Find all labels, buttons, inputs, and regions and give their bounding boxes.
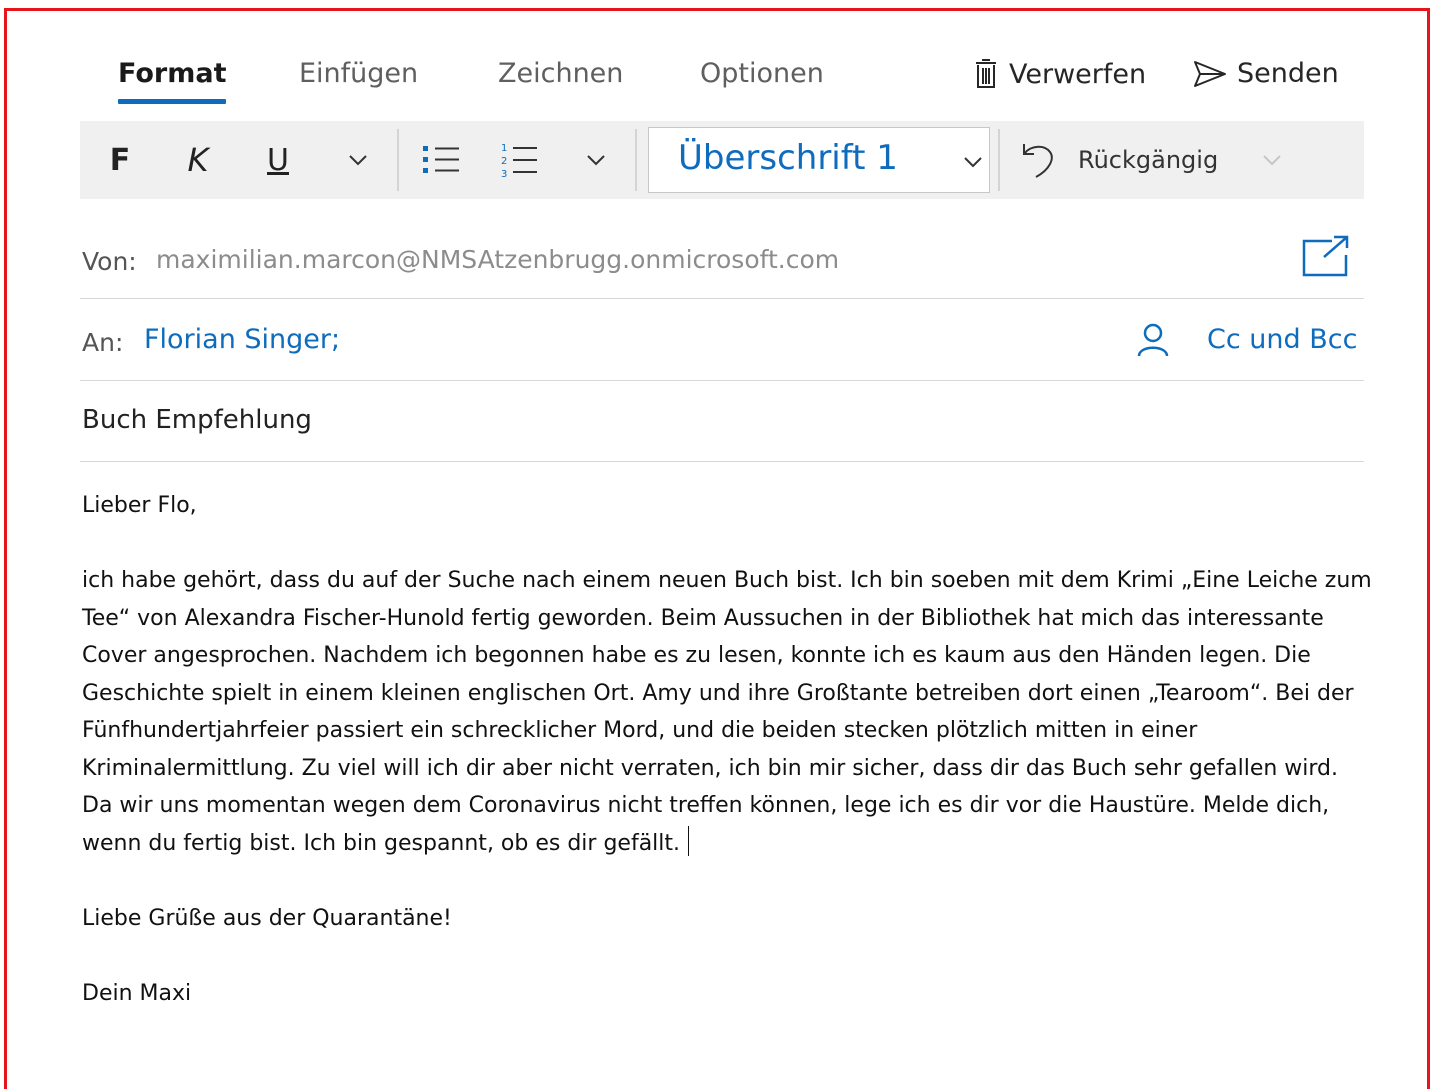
body-paragraph-text: ich habe gehört, dass du auf der Suche n… [82,568,1372,856]
undo-button[interactable]: Rückgängig [1020,121,1230,199]
from-address[interactable]: maximilian.marcon@NMSAtzenbrugg.onmicros… [156,245,839,274]
chevron-down-icon [1263,155,1281,166]
numbered-list-icon: 1 2 3 [501,143,537,180]
toolbar-divider [998,129,1000,191]
contact-picker-icon[interactable] [1136,323,1170,357]
chevron-down-icon [964,157,982,168]
font-options-dropdown[interactable] [342,121,374,199]
numbered-list-button[interactable]: 1 2 3 [494,121,544,199]
body-closing: Liebe Grüße aus der Quarantäne! [82,905,452,931]
bold-glyph: F [109,142,131,178]
discard-label: Verwerfen [1009,58,1147,90]
body-greeting: Lieber Flo, [82,493,197,518]
toolbar-divider [397,129,399,191]
body-paragraph: ich habe gehört, dass du auf der Suche n… [82,562,1372,862]
undo-icon [1023,144,1053,178]
tab-draw[interactable]: Zeichnen [498,58,623,89]
undo-label: Rückgängig [1078,146,1219,174]
from-label: Von: [82,247,137,276]
subject-row: Buch Empfehlung [80,381,1364,462]
to-label: An: [82,328,124,357]
underline-glyph: U [267,142,289,178]
bullet-list-button[interactable] [416,121,466,199]
paragraph-style-select[interactable]: Überschrift 1 [648,127,990,193]
bullet-list-icon [423,146,459,173]
cc-bcc-button[interactable]: Cc und Bcc [1207,324,1357,355]
discard-button[interactable]: Verwerfen [973,58,1146,90]
active-tab-indicator [118,99,227,104]
redo-dropdown[interactable] [1256,121,1288,199]
recipient-chip[interactable]: Florian Singer; [144,324,340,355]
chevron-down-icon [587,155,605,166]
svg-text:1: 1 [501,143,507,154]
tab-format-label: Format [118,58,227,89]
send-label: Senden [1237,58,1339,89]
bold-button[interactable]: F [100,121,140,199]
send-icon [1194,60,1226,87]
from-row: Von: maximilian.marcon@NMSAtzenbrugg.onm… [80,222,1364,299]
tab-options[interactable]: Optionen [700,58,824,89]
ribbon-tabs: Format Einfügen Zeichnen Optionen Verwer… [118,58,1440,108]
send-button[interactable]: Senden [1193,58,1339,89]
tab-format[interactable]: Format [118,58,227,104]
list-options-dropdown[interactable] [580,121,612,199]
tab-draw-label: Zeichnen [498,58,624,89]
tab-insert-label: Einfügen [299,58,419,89]
paragraph-style-value: Überschrift 1 [678,138,898,178]
trash-icon [976,59,996,88]
italic-glyph: K [187,141,209,179]
svg-text:2: 2 [501,156,507,167]
italic-button[interactable]: K [178,121,218,199]
message-body[interactable]: Lieber Flo, ich habe gehört, dass du auf… [82,487,1372,1012]
to-row: An: Florian Singer; Cc und Bcc [80,299,1364,381]
body-signature: Dein Maxi [82,980,192,1006]
tab-options-label: Optionen [700,58,824,89]
tab-insert[interactable]: Einfügen [299,58,418,89]
chevron-down-icon [349,155,367,166]
toolbar-divider [635,129,637,191]
pop-out-icon[interactable] [1302,235,1350,277]
text-cursor [688,825,690,856]
subject-field[interactable]: Buch Empfehlung [82,405,312,435]
underline-button[interactable]: U [258,121,298,199]
svg-text:3: 3 [501,169,507,180]
